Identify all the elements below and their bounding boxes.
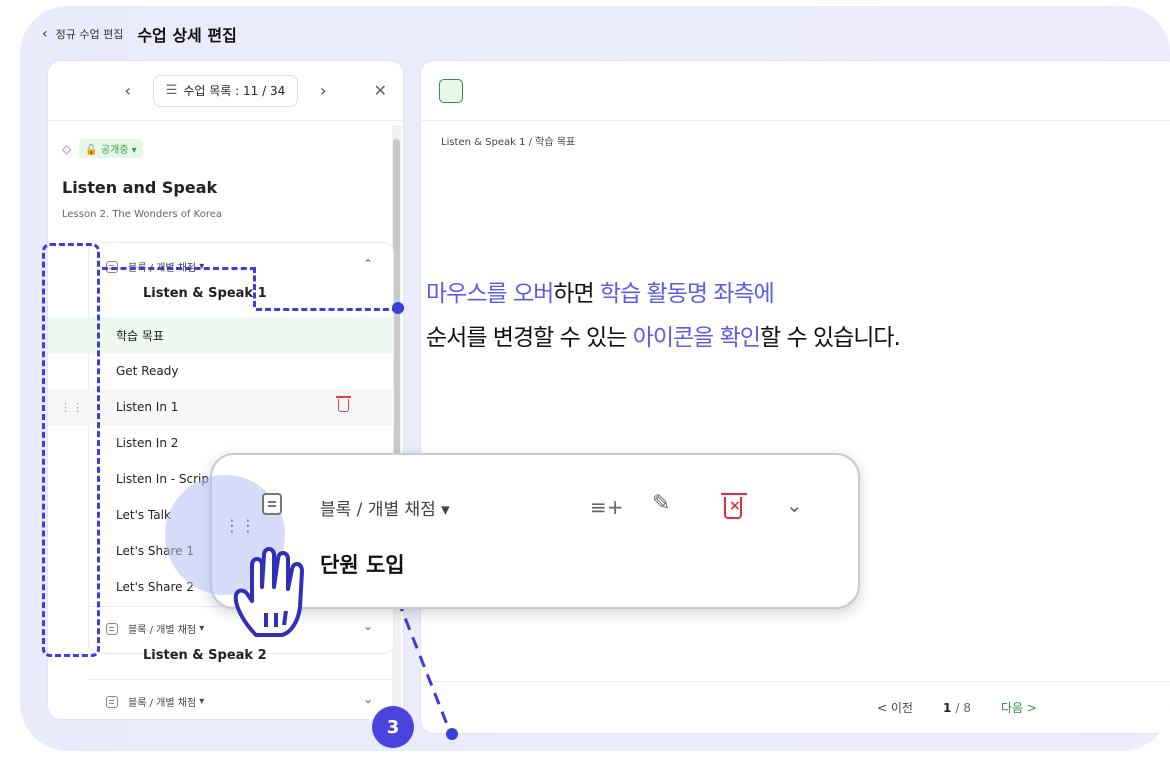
block-2-tag-label: 블록 / 개별 채점: [128, 625, 197, 636]
next-button[interactable]: 다음 >: [1001, 699, 1037, 716]
lesson-meta: ◇ 🔓 공개중 ▾: [62, 139, 143, 158]
block-2-tag[interactable]: 블록 / 개별 채점 ▾: [106, 621, 204, 636]
back-link[interactable]: 정규 수업 편집: [56, 26, 124, 42]
back-chevron-icon[interactable]: ‹: [42, 26, 48, 42]
doc-icon: [106, 695, 118, 708]
lesson-subtitle: Lesson 2. The Wonders of Korea: [62, 209, 223, 220]
hint-text: 하면: [553, 281, 600, 307]
prev-button[interactable]: < 이전: [877, 699, 913, 716]
lesson-title: Listen and Speak: [62, 178, 218, 197]
divider: [88, 679, 394, 680]
annotation-connector: [256, 308, 398, 311]
doc-icon: [106, 622, 118, 635]
block-2-title: Listen & Speak 2: [143, 648, 267, 663]
insert-list-icon[interactable]: ≡+: [590, 495, 624, 519]
item-label: 학습 목표: [116, 328, 164, 343]
lesson-list-label: 수업 목록 : 11 / 34: [183, 84, 286, 98]
prev-lesson-icon[interactable]: ‹: [113, 81, 143, 100]
annotation-dot: [446, 728, 458, 740]
breadcrumb: Listen & Speak 1 / 학습 목표: [441, 137, 576, 148]
drag-handle-icon[interactable]: ⋮⋮: [224, 518, 256, 534]
status-badge[interactable]: 🔓 공개중 ▾: [79, 139, 143, 158]
hint-highlight: 학습 활동명 좌측에: [599, 281, 775, 307]
content-toolbar: [421, 61, 1170, 121]
hand-cursor-icon: [233, 547, 304, 637]
block-tag[interactable]: 블록 / 개별 채점 ▾: [320, 495, 450, 520]
list-icon: ☰: [165, 83, 178, 98]
item-label: Let's Talk: [116, 508, 171, 522]
step-badge: 3: [372, 706, 414, 748]
page-total: / 8: [955, 700, 972, 715]
annotation-dashed-bracket: [102, 267, 256, 307]
block-title: 단원 도입: [320, 553, 405, 577]
hint-highlight: 마우스를 오버: [426, 281, 554, 307]
page-current: 1: [942, 700, 952, 715]
lesson-list-button[interactable]: ☰ 수업 목록 : 11 / 34: [152, 74, 299, 107]
trash-icon[interactable]: [721, 493, 747, 519]
pager-footer: < 이전 1 / 8 다음 >: [421, 681, 1170, 733]
annotation-dot: [392, 302, 404, 314]
hint-line-1: 마우스를 오버하면 학습 활동명 좌측에: [426, 274, 775, 308]
trash-icon[interactable]: [336, 396, 351, 412]
pencil-icon[interactable]: ✎: [652, 491, 670, 516]
scrollbar-thumb[interactable]: [393, 139, 400, 459]
page-indicator: 1 / 8: [943, 701, 971, 715]
chevron-down-icon[interactable]: ⌄: [363, 619, 373, 633]
block-3-tag[interactable]: 블록 / 개별 채점 ▾: [106, 694, 204, 709]
item-label: Listen In 2: [116, 436, 179, 450]
top-bar: ‹ 정규 수업 편집 수업 상세 편집: [20, 6, 1170, 62]
status-label: 공개중: [100, 145, 129, 156]
item-label: Listen In 1: [116, 400, 179, 414]
next-lesson-icon[interactable]: ›: [308, 81, 338, 100]
content-panel: Listen & Speak 1 / 학습 목표 < 이전 1 / 8 다음 >: [420, 60, 1170, 734]
chevron-down-icon[interactable]: ⌄: [363, 692, 373, 706]
close-icon[interactable]: ✕: [374, 81, 387, 100]
block-3-tag-label: 블록 / 개별 채점: [128, 698, 197, 709]
lesson-nav: ‹ ☰ 수업 목록 : 11 / 34 › ✕: [48, 61, 403, 121]
doc-icon: [262, 493, 282, 515]
block-tag-label: 블록 / 개별 채점: [320, 500, 436, 520]
hint-text: 할 수 있습니다.: [759, 325, 901, 351]
hint-highlight: 아이콘을 확인: [632, 325, 761, 351]
app-frame: ‹ 정규 수업 편집 수업 상세 편집 ‹ ☰ 수업 목록 : 11 / 34 …: [20, 6, 1170, 751]
item-label: Let's Share 2: [116, 580, 195, 594]
chevron-up-icon[interactable]: ⌃: [363, 257, 373, 271]
hint-text: 순서를 변경할 수 있는: [426, 325, 633, 351]
chevron-down-icon[interactable]: ⌄: [786, 493, 803, 517]
item-label: Get Ready: [116, 364, 179, 378]
hint-line-2: 순서를 변경할 수 있는 아이콘을 확인할 수 있습니다.: [426, 318, 901, 352]
annotation-dashed-box: [42, 243, 100, 657]
cube-icon: ◇: [62, 141, 72, 156]
layers-icon[interactable]: [439, 79, 463, 103]
page-title: 수업 상세 편집: [137, 26, 237, 45]
